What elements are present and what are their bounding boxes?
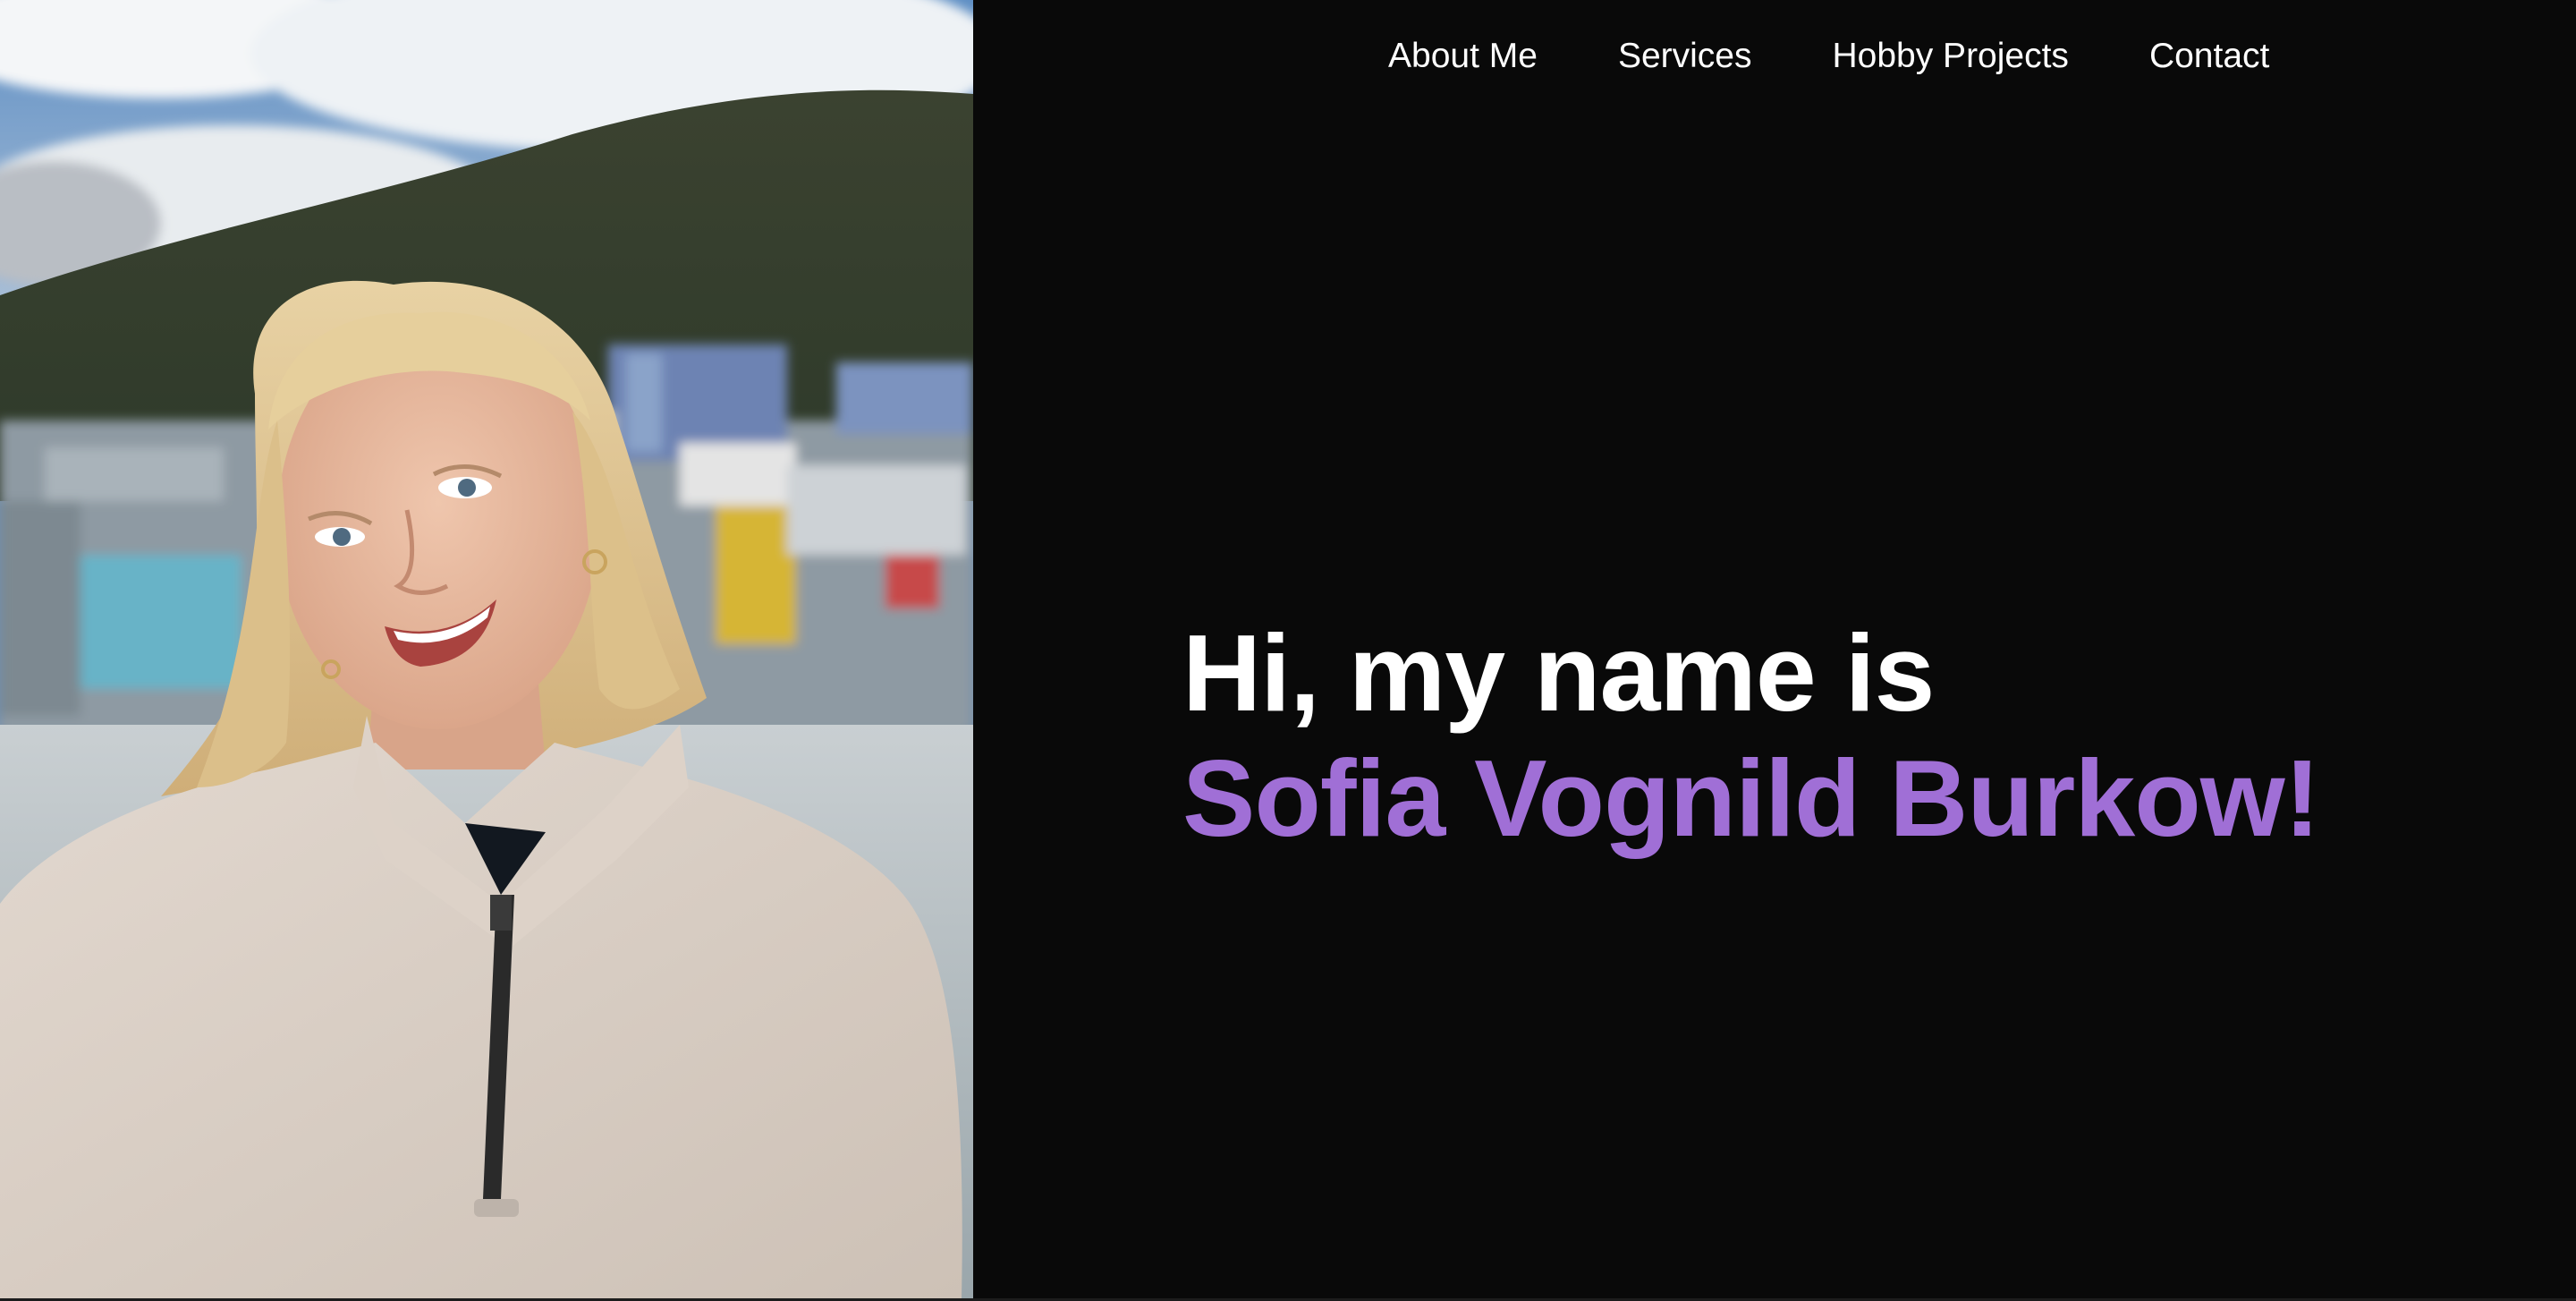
nav-link-contact[interactable]: Contact [2149, 32, 2269, 81]
main-nav: About Me Services Hobby Projects Contact [1388, 32, 2269, 81]
nav-link-services[interactable]: Services [1618, 32, 1752, 81]
hero-greeting: Hi, my name is [1182, 612, 1935, 734]
hero-heading: Hi, my name is Sofia Vognild Burkow! [1182, 610, 2524, 861]
nav-link-about-me[interactable]: About Me [1388, 32, 1538, 81]
hero-name: Sofia Vognild Burkow! [1182, 737, 2320, 859]
portrait-photo [0, 0, 973, 1298]
nav-link-hobby-projects[interactable]: Hobby Projects [1832, 32, 2068, 81]
landing-page: About Me Services Hobby Projects Contact… [0, 0, 2576, 1301]
